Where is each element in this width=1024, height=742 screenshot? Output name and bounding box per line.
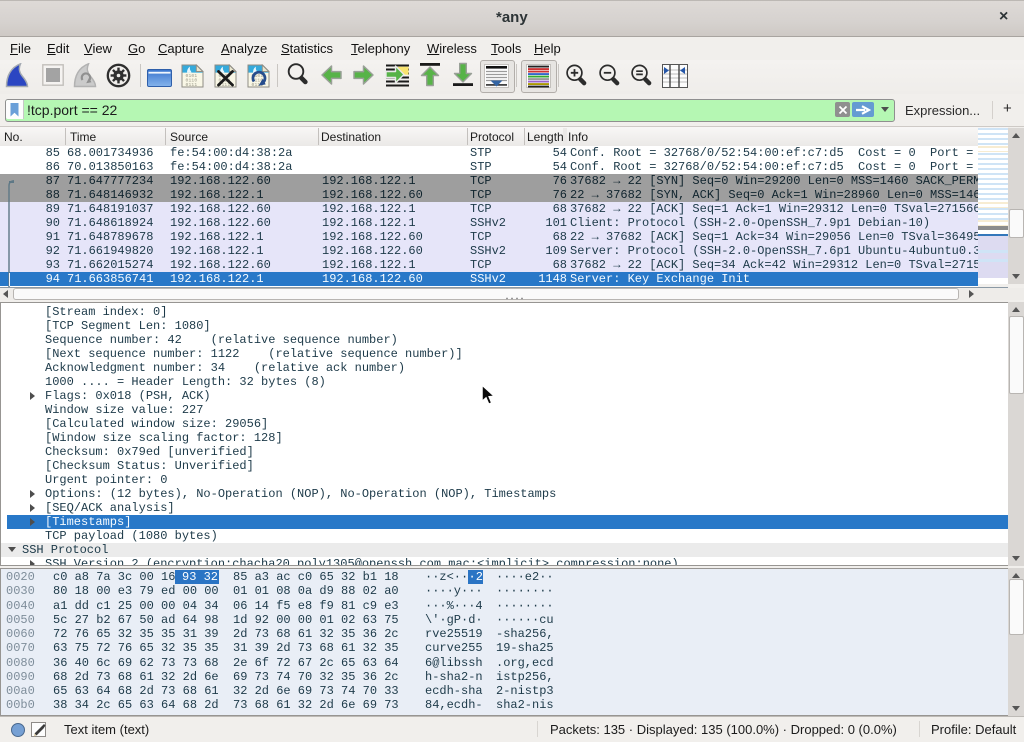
svg-text:0111: 0111 bbox=[186, 82, 198, 88]
